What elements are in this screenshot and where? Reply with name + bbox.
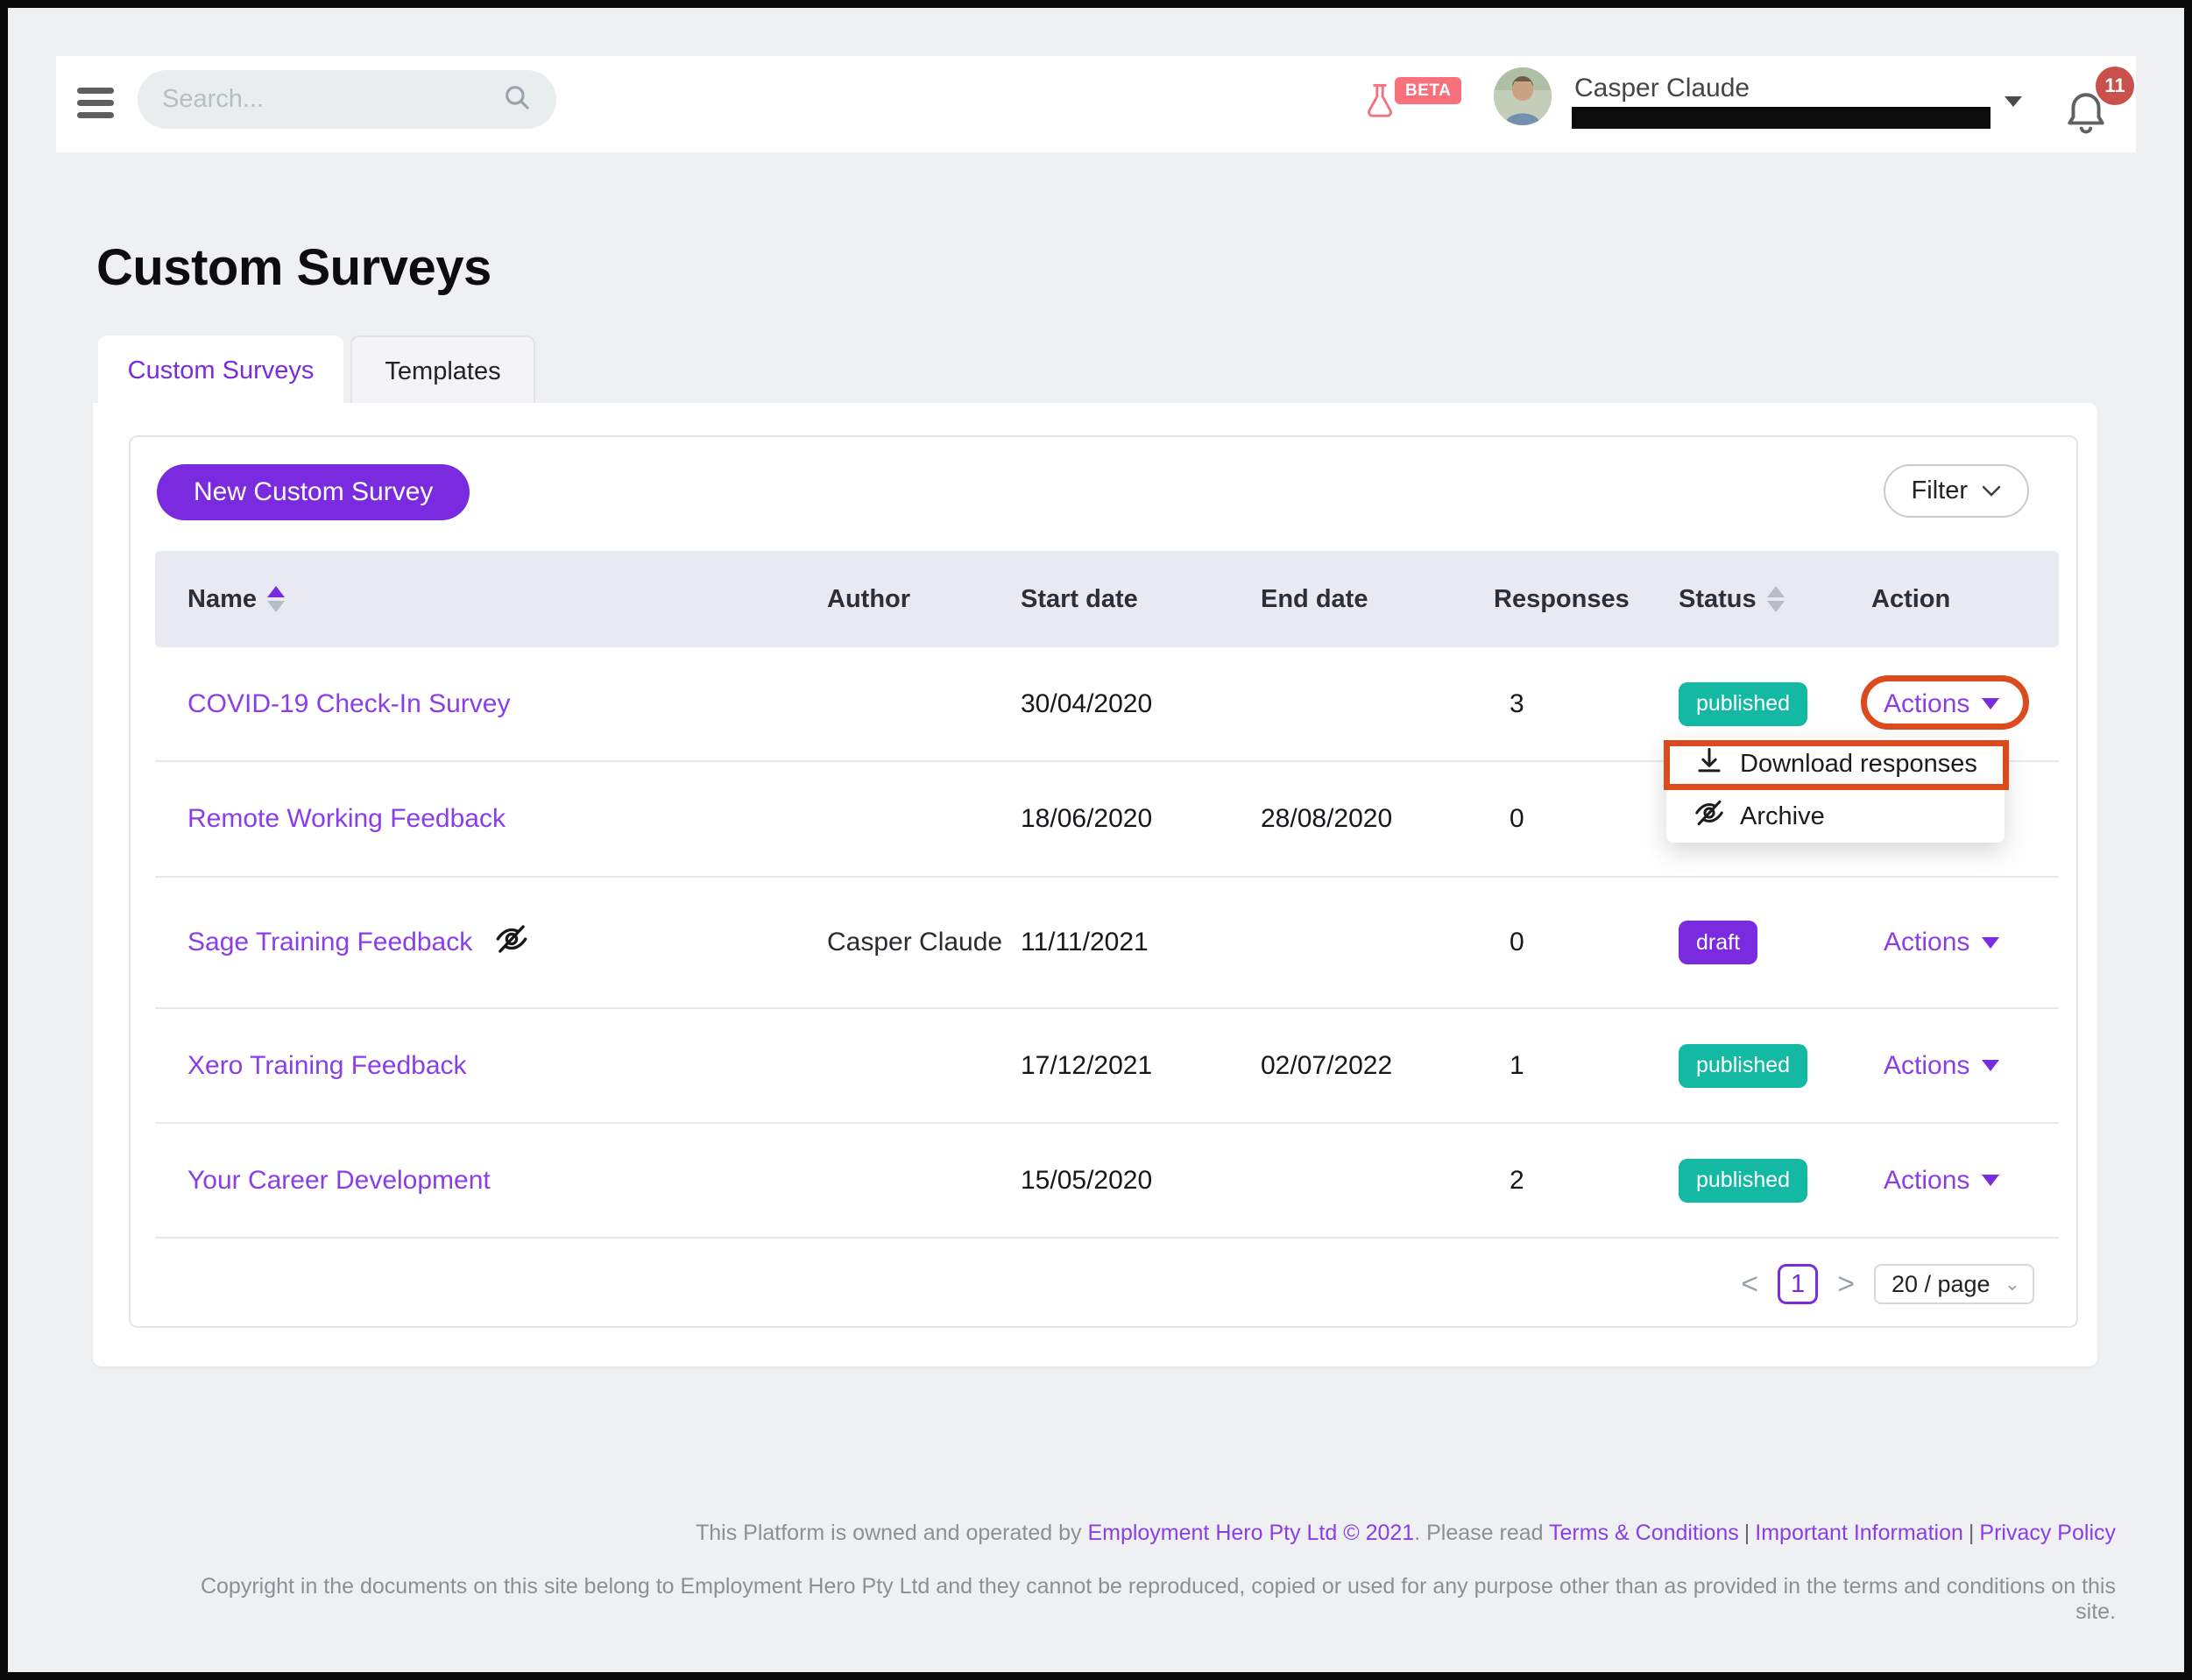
next-page-button[interactable]: > xyxy=(1837,1269,1855,1299)
eye-off-icon xyxy=(493,921,530,964)
start-date-cell: 18/06/2020 xyxy=(1021,804,1261,834)
beta-badge: BETA xyxy=(1395,77,1461,104)
status-cell: draft xyxy=(1679,921,1871,964)
footer-copyright: Copyright in the documents on this site … xyxy=(188,1574,2116,1625)
company-link[interactable]: Employment Hero Pty Ltd © 2021 xyxy=(1087,1521,1414,1545)
page-size-select[interactable]: 20 / page ⌄ xyxy=(1874,1264,2034,1304)
chevron-down-icon xyxy=(1982,485,2001,498)
status-badge: draft xyxy=(1679,921,1757,964)
top-navigation-bar: BETA Casper Claude 11 xyxy=(56,56,2136,152)
status-badge: published xyxy=(1679,1159,1807,1203)
new-custom-survey-button[interactable]: New Custom Survey xyxy=(157,464,470,520)
screen: BETA Casper Claude 11 Custom Surveys Cus… xyxy=(0,0,2192,1680)
table-row: Sage Training Feedback Casper Claude 11/… xyxy=(155,876,2059,1007)
filter-button[interactable]: Filter xyxy=(1884,464,2029,518)
email-redaction xyxy=(1572,107,1990,129)
caret-down-icon xyxy=(1982,1175,1999,1186)
survey-link[interactable]: Sage Training Feedback xyxy=(187,921,827,964)
column-header-author: Author xyxy=(827,585,1021,614)
start-date-cell: 15/05/2020 xyxy=(1021,1166,1261,1196)
survey-link[interactable]: Remote Working Feedback xyxy=(187,804,827,834)
column-header-end-date: End date xyxy=(1261,585,1494,614)
table-row: Your Career Development 15/05/2020 2 pub… xyxy=(155,1122,2059,1237)
start-date-cell: 11/11/2021 xyxy=(1021,928,1261,957)
separator: | xyxy=(1739,1521,1756,1545)
menu-item-archive[interactable]: Archive xyxy=(1666,790,2005,843)
surveys-table: Name Author Start date End date Response… xyxy=(155,551,2059,1330)
sort-icons-name[interactable] xyxy=(267,586,285,612)
survey-link[interactable]: Your Career Development xyxy=(187,1166,827,1196)
survey-link[interactable]: COVID-19 Check-In Survey xyxy=(187,689,827,719)
actions-dropdown-trigger[interactable]: Actions xyxy=(1871,689,2059,719)
actions-dropdown-trigger[interactable]: Actions xyxy=(1871,1051,2059,1081)
actions-dropdown-trigger[interactable]: Actions xyxy=(1871,1166,2059,1196)
footer-text: . Please read xyxy=(1414,1521,1549,1545)
responses-cell: 0 xyxy=(1494,804,1679,834)
tab-custom-surveys[interactable]: Custom Surveys xyxy=(98,335,343,406)
terms-and-conditions-link[interactable]: Terms & Conditions xyxy=(1549,1521,1739,1545)
current-page-button[interactable]: 1 xyxy=(1778,1264,1818,1304)
chevron-down-icon: ⌄ xyxy=(2005,1273,2020,1295)
end-date-cell: 02/07/2022 xyxy=(1261,1051,1494,1081)
responses-cell: 3 xyxy=(1494,689,1679,719)
page-size-value: 20 / page xyxy=(1891,1271,1990,1298)
start-date-cell: 30/04/2020 xyxy=(1021,689,1261,719)
footer-line1: This Platform is owned and operated by E… xyxy=(188,1521,2116,1546)
user-name[interactable]: Casper Claude xyxy=(1574,74,1750,103)
eye-off-icon xyxy=(1693,796,1726,836)
column-header-action: Action xyxy=(1871,585,2059,614)
beta-flask-icon xyxy=(1363,82,1397,129)
hamburger-menu-icon[interactable] xyxy=(77,88,114,119)
caret-down-icon xyxy=(1982,1060,1999,1071)
important-information-link[interactable]: Important Information xyxy=(1755,1521,1963,1545)
tab-templates[interactable]: Templates xyxy=(350,335,535,406)
footer: This Platform is owned and operated by E… xyxy=(188,1521,2116,1625)
status-badge: published xyxy=(1679,1044,1807,1088)
table-header-row: Name Author Start date End date Response… xyxy=(155,551,2059,647)
surveys-panel: New Custom Survey Filter Name Author Sta… xyxy=(93,403,2097,1366)
column-header-name[interactable]: Name xyxy=(187,585,827,614)
start-date-cell: 17/12/2021 xyxy=(1021,1051,1261,1081)
actions-dropdown-trigger[interactable]: Actions xyxy=(1871,928,2059,957)
footer-text: This Platform is owned and operated by xyxy=(696,1521,1087,1545)
responses-cell: 1 xyxy=(1494,1051,1679,1081)
menu-item-download-responses[interactable]: Download responses xyxy=(1666,738,2005,790)
status-cell: published xyxy=(1679,1044,1871,1088)
author-cell: Casper Claude xyxy=(827,923,1021,962)
end-date-cell: 28/08/2020 xyxy=(1261,804,1494,834)
notifications-button[interactable]: 11 xyxy=(2062,77,2131,145)
filter-label: Filter xyxy=(1912,476,1968,505)
survey-link[interactable]: Xero Training Feedback xyxy=(187,1051,827,1081)
table-row: Xero Training Feedback 17/12/2021 02/07/… xyxy=(155,1007,2059,1122)
column-header-responses: Responses xyxy=(1494,585,1679,614)
privacy-policy-link[interactable]: Privacy Policy xyxy=(1979,1521,2116,1545)
status-cell: published xyxy=(1679,1159,1871,1203)
column-header-status[interactable]: Status xyxy=(1679,585,1871,614)
notification-count-badge: 11 xyxy=(2096,67,2134,105)
download-icon xyxy=(1693,744,1726,784)
user-menu-caret-icon[interactable] xyxy=(2005,96,2022,107)
caret-down-icon xyxy=(1982,698,1999,709)
column-header-start-date: Start date xyxy=(1021,585,1261,614)
pagination: < 1 > 20 / page ⌄ xyxy=(155,1237,2059,1330)
caret-down-icon xyxy=(1982,937,1999,949)
actions-dropdown-menu: Download responses Archive xyxy=(1666,738,2005,843)
search-input[interactable] xyxy=(162,85,502,114)
status-badge: published xyxy=(1679,682,1807,726)
page-title: Custom Surveys xyxy=(96,238,491,297)
sort-icons-status[interactable] xyxy=(1767,586,1785,612)
status-cell: published xyxy=(1679,682,1871,726)
avatar[interactable] xyxy=(1494,67,1552,125)
previous-page-button[interactable]: < xyxy=(1741,1269,1758,1299)
surveys-card: New Custom Survey Filter Name Author Sta… xyxy=(129,435,2078,1328)
responses-cell: 0 xyxy=(1494,928,1679,957)
separator: | xyxy=(1963,1521,1980,1545)
search-bar[interactable] xyxy=(138,70,556,129)
search-icon xyxy=(502,82,532,116)
responses-cell: 2 xyxy=(1494,1166,1679,1196)
